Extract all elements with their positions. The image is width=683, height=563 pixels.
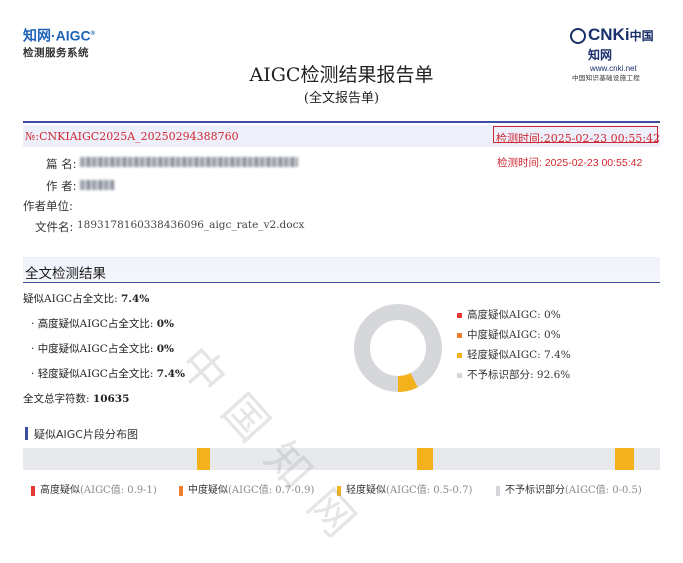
file-name: 1893178160338436096_aigc_rate_v2.docx	[77, 219, 305, 231]
logo-left-text: 知网·AIGC	[23, 27, 91, 44]
distribution-title: 疑似AIGC片段分布图	[34, 428, 138, 441]
total-chars: 全文总字符数: 10635	[23, 393, 130, 405]
distribution-segment	[614, 448, 634, 470]
high-ratio: · 高度疑似AIGC占全文比: 0%	[31, 318, 175, 330]
report-subtitle: (全文报告单)	[303, 91, 380, 106]
distribution-marker	[25, 427, 28, 440]
legend-swatch	[457, 352, 462, 358]
check-time-boxed: 检测时间:2025-02-23 00:55:42	[496, 132, 661, 145]
donut-unmarked	[354, 304, 442, 392]
legend-swatch	[457, 372, 462, 378]
legend-swatch	[457, 312, 462, 318]
legend-mid: 中度疑似AIGC: 0%	[457, 327, 561, 342]
aigc-logo: 知网·AIGC® 检测服务系统	[23, 27, 96, 59]
bottom-legend-unmarked: 不予标识部分(AIGC值: 0-0.5)	[496, 481, 642, 496]
legend-unmarked: 不予标识部分: 92.6%	[457, 367, 570, 382]
section-title: 全文检测结果	[25, 266, 106, 282]
aigc-donut-chart	[354, 304, 442, 392]
globe-icon	[570, 28, 586, 44]
low-ratio: · 轻度疑似AIGC占全文比: 7.4%	[31, 368, 185, 380]
legend-high: 高度疑似AIGC: 0%	[457, 307, 561, 322]
legend-low: 轻度疑似AIGC: 7.4%	[457, 347, 571, 362]
report-title: AIGC检测结果报告单	[249, 64, 434, 86]
distribution-segment	[417, 448, 433, 470]
file-label: 文件名:	[35, 220, 74, 234]
distribution-segment	[196, 448, 211, 470]
legend-swatch	[457, 332, 462, 338]
author-value-redacted	[80, 180, 114, 190]
author-label: 作 者:	[46, 179, 77, 193]
distribution-track	[23, 448, 660, 470]
mid-ratio: · 中度疑似AIGC占全文比: 0%	[31, 343, 175, 355]
bottom-legend-high: 高度疑似(AIGC值: 0.9-1)	[31, 481, 157, 496]
divider	[23, 121, 660, 123]
check-time: 检测时间: 2025-02-23 00:55:42	[497, 157, 643, 169]
overall-ratio: 疑似AIGC占全文比: 7.4%	[23, 293, 150, 305]
unit-label: 作者单位:	[23, 199, 73, 213]
report-number: №:CNKIAIGC2025A_20250294388760	[25, 130, 239, 143]
title-label: 篇 名:	[46, 157, 77, 171]
logo-left-subtitle: 检测服务系统	[23, 46, 89, 59]
title-value-redacted	[80, 157, 298, 167]
section-header-bar	[23, 257, 660, 283]
